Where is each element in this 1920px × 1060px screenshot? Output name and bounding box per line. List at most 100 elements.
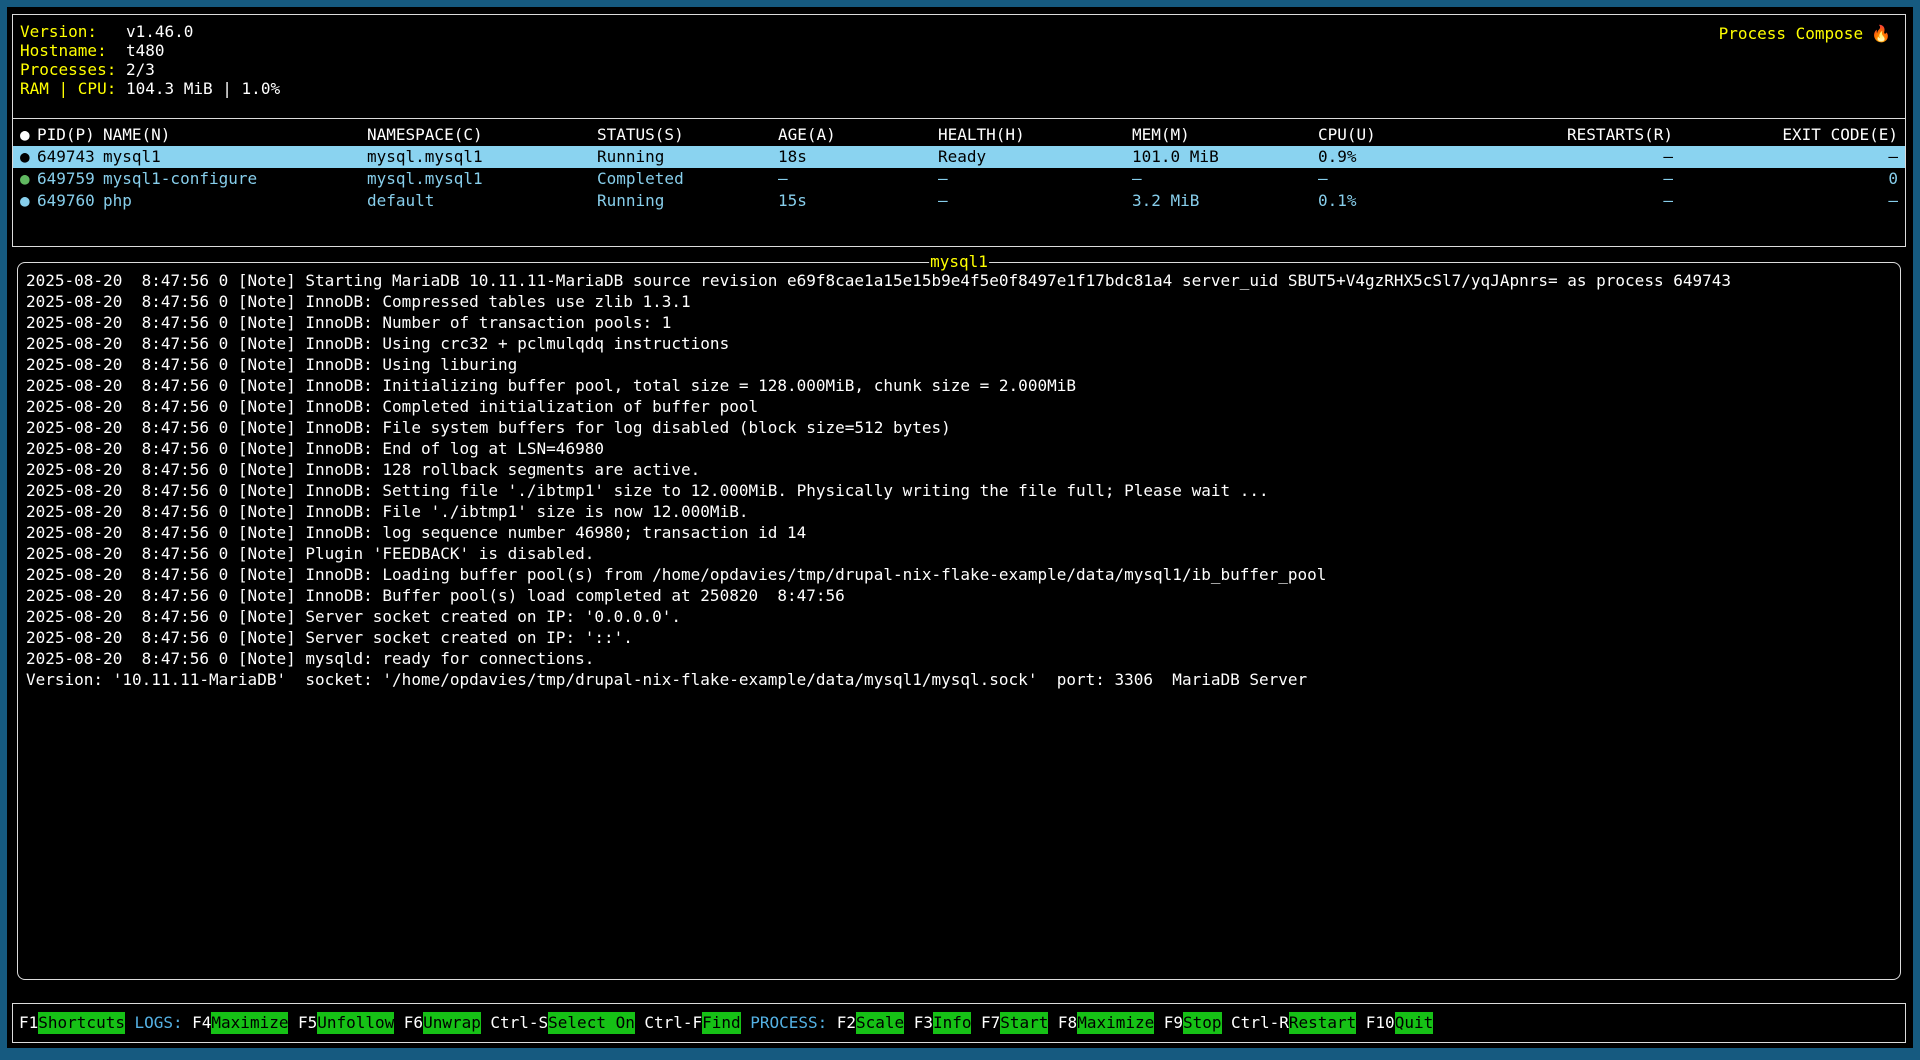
hint-item[interactable]: Ctrl-RRestart xyxy=(1231,1012,1356,1034)
info-label: RAM | CPU: xyxy=(20,79,126,98)
cell-restarts: – xyxy=(1468,190,1673,212)
app-title-text: Process Compose xyxy=(1719,24,1864,43)
cell-age: 18s xyxy=(778,146,938,168)
cell-name: mysql1-configure xyxy=(103,168,367,190)
info-lines: Version:v1.46.0 Hostname:t480 Processes:… xyxy=(20,22,1905,98)
info-value: v1.46.0 xyxy=(126,22,193,41)
table-rows: ● 649743 mysql1 mysql.mysql1 Running 18s… xyxy=(13,146,1905,212)
hint-key: F9 xyxy=(1164,1013,1183,1032)
status-dot-icon: ● xyxy=(20,146,37,168)
log-line: 2025-08-20 8:47:56 0 [Note] InnoDB: End … xyxy=(26,438,1892,459)
cell-namespace: default xyxy=(367,190,597,212)
hint-action-chip[interactable]: Quit xyxy=(1395,1012,1434,1034)
status-dot-header: ● xyxy=(20,124,37,146)
hint-action-chip[interactable]: Select On xyxy=(548,1012,635,1034)
cell-status: Running xyxy=(597,190,778,212)
app-title: Process Compose 🔥 xyxy=(1719,24,1891,43)
hint-key: F2 xyxy=(837,1013,856,1032)
info-label: Processes: xyxy=(20,60,126,79)
hint-action-chip[interactable]: Stop xyxy=(1183,1012,1222,1034)
hint-item[interactable]: F9Stop xyxy=(1164,1012,1222,1034)
table-row[interactable]: ● 649760 php default Running 15s – 3.2 M… xyxy=(13,190,1905,212)
log-line: 2025-08-20 8:47:56 0 [Note] InnoDB: Load… xyxy=(26,564,1892,585)
hint-action-chip[interactable]: Maximize xyxy=(211,1012,288,1034)
cell-mem: – xyxy=(1132,168,1318,190)
hint-action-chip[interactable]: Scale xyxy=(856,1012,904,1034)
process-table: ● PID(P) NAME(N) NAMESPACE(C) STATUS(S) … xyxy=(13,119,1905,212)
hint-key: F4 xyxy=(192,1013,211,1032)
hint-section-label: PROCESS: xyxy=(750,1013,827,1032)
hint-item[interactable]: F7Start xyxy=(981,1012,1048,1034)
log-line: 2025-08-20 8:47:56 0 [Note] InnoDB: Init… xyxy=(26,375,1892,396)
info-label: Hostname: xyxy=(20,41,126,60)
info-line: Hostname:t480 xyxy=(20,41,1905,60)
log-panel-title: mysql1 xyxy=(929,252,989,272)
cell-name: php xyxy=(103,190,367,212)
hint-item[interactable]: F6Unwrap xyxy=(404,1012,481,1034)
info-label: Version: xyxy=(20,22,126,41)
cell-health: – xyxy=(938,190,1132,212)
hint-key: F6 xyxy=(404,1013,423,1032)
cell-mem: 101.0 MiB xyxy=(1132,146,1318,168)
info-value: t480 xyxy=(126,41,165,60)
cell-restarts: – xyxy=(1468,146,1673,168)
hint-item[interactable]: F5Unfollow xyxy=(298,1012,394,1034)
hint-action-chip[interactable]: Find xyxy=(702,1012,741,1034)
hint-action-chip[interactable]: Unwrap xyxy=(423,1012,481,1034)
hint-item[interactable]: F4Maximize xyxy=(192,1012,288,1034)
terminal-window: Version:v1.46.0 Hostname:t480 Processes:… xyxy=(7,7,1913,1048)
hint-item[interactable]: F2Scale xyxy=(837,1012,904,1034)
log-line: 2025-08-20 8:47:56 0 [Note] Plugin 'FEED… xyxy=(26,543,1892,564)
cell-pid: 649760 xyxy=(37,190,103,212)
cell-health: Ready xyxy=(938,146,1132,168)
hint-action-chip[interactable]: Info xyxy=(933,1012,972,1034)
log-lines: 2025-08-20 8:47:56 0 [Note] Starting Mar… xyxy=(26,270,1892,690)
hint-item[interactable]: F3Info xyxy=(914,1012,972,1034)
column-header: NAMESPACE(C) xyxy=(367,124,597,146)
hint-action-chip[interactable]: Unfollow xyxy=(317,1012,394,1034)
cell-pid: 649759 xyxy=(37,168,103,190)
log-line: 2025-08-20 8:47:56 0 [Note] InnoDB: Usin… xyxy=(26,354,1892,375)
log-line: 2025-08-20 8:47:56 0 [Note] Server socke… xyxy=(26,606,1892,627)
hint-action-chip[interactable]: Maximize xyxy=(1077,1012,1154,1034)
info-line: RAM | CPU:104.3 MiB | 1.0% xyxy=(20,79,1905,98)
column-header: MEM(M) xyxy=(1132,124,1318,146)
log-line: 2025-08-20 8:47:56 0 [Note] InnoDB: File… xyxy=(26,501,1892,522)
cell-namespace: mysql.mysql1 xyxy=(367,146,597,168)
table-row[interactable]: ● 649759 mysql1-configure mysql.mysql1 C… xyxy=(13,168,1905,190)
hint-item: LOGS: xyxy=(134,1012,182,1034)
hint-key: F3 xyxy=(914,1013,933,1032)
log-line: Version: '10.11.11-MariaDB' socket: '/ho… xyxy=(26,669,1892,690)
log-line: 2025-08-20 8:47:56 0 [Note] InnoDB: Comp… xyxy=(26,291,1892,312)
hint-key: Ctrl-S xyxy=(490,1013,548,1032)
hint-key: F1 xyxy=(19,1013,38,1032)
column-header: AGE(A) xyxy=(778,124,938,146)
log-line: 2025-08-20 8:47:56 0 [Note] InnoDB: Comp… xyxy=(26,396,1892,417)
cell-age: 15s xyxy=(778,190,938,212)
hint-key: F5 xyxy=(298,1013,317,1032)
cell-cpu: 0.1% xyxy=(1318,190,1468,212)
cell-exit-code: – xyxy=(1673,190,1898,212)
hint-bar: F1Shortcuts LOGS: F4Maximize F5Unfollow … xyxy=(12,1003,1906,1043)
hint-action-chip[interactable]: Restart xyxy=(1289,1012,1356,1034)
hint-item: PROCESS: xyxy=(750,1012,827,1034)
hint-key: F8 xyxy=(1058,1013,1077,1032)
hint-item[interactable]: F1Shortcuts xyxy=(19,1012,125,1034)
flame-icon: 🔥 xyxy=(1871,24,1891,43)
column-header: RESTARTS(R) xyxy=(1468,124,1673,146)
hint-item[interactable]: Ctrl-FFind xyxy=(644,1012,740,1034)
hint-key: Ctrl-R xyxy=(1231,1013,1289,1032)
hint-action-chip[interactable]: Shortcuts xyxy=(38,1012,125,1034)
log-line: 2025-08-20 8:47:56 0 [Note] InnoDB: File… xyxy=(26,417,1892,438)
log-line: 2025-08-20 8:47:56 0 [Note] InnoDB: Usin… xyxy=(26,333,1892,354)
cell-health: – xyxy=(938,168,1132,190)
hint-item[interactable]: F8Maximize xyxy=(1058,1012,1154,1034)
log-line: 2025-08-20 8:47:56 0 [Note] InnoDB: 128 … xyxy=(26,459,1892,480)
info-value: 2/3 xyxy=(126,60,155,79)
cell-pid: 649743 xyxy=(37,146,103,168)
log-line: 2025-08-20 8:47:56 0 [Note] mysqld: read… xyxy=(26,648,1892,669)
hint-action-chip[interactable]: Start xyxy=(1000,1012,1048,1034)
hint-item[interactable]: Ctrl-SSelect On xyxy=(490,1012,635,1034)
hint-item[interactable]: F10Quit xyxy=(1366,1012,1433,1034)
table-row[interactable]: ● 649743 mysql1 mysql.mysql1 Running 18s… xyxy=(13,146,1905,168)
